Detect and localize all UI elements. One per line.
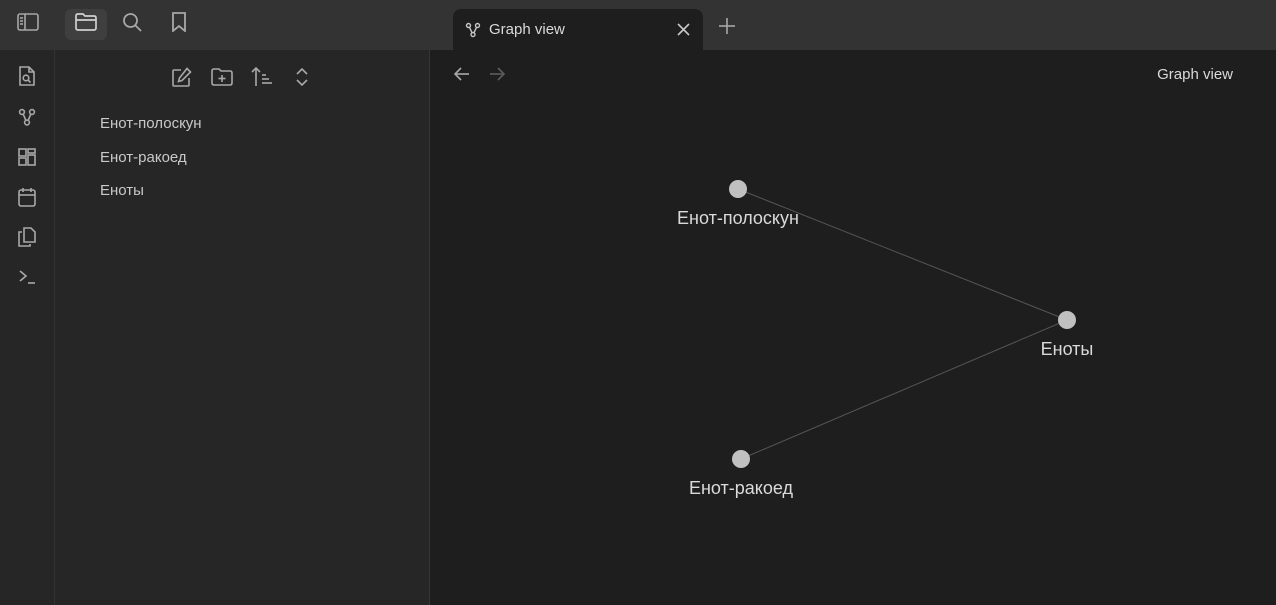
graph-node[interactable]: Енот-полоскун (677, 180, 799, 228)
copy-icon[interactable] (16, 226, 38, 248)
file-explorer-toolbar (55, 64, 429, 90)
close-tab-button[interactable] (675, 22, 691, 38)
collapse-all-button[interactable] (289, 64, 315, 90)
graph-node[interactable]: Енот-ракоед (689, 450, 794, 498)
new-tab-button[interactable] (715, 14, 739, 38)
file-search-icon[interactable] (16, 65, 38, 87)
calendar-icon[interactable] (16, 186, 38, 208)
graph-icon (465, 22, 481, 38)
close-icon (676, 23, 690, 36)
bookmarks-button[interactable] (158, 9, 200, 40)
files-tab-button[interactable] (65, 9, 107, 40)
file-item[interactable]: Енот-полоскун (100, 112, 202, 136)
file-explorer: Енот-полоскун Енот-ракоед Еноты (55, 50, 430, 605)
tab-graph-view[interactable]: Graph view (453, 9, 703, 50)
graph-node-label: Еноты (1041, 339, 1094, 359)
collapse-icon (296, 67, 308, 87)
sort-button[interactable] (249, 64, 275, 90)
graph-view-icon[interactable] (16, 106, 38, 128)
ribbon (0, 50, 55, 605)
sidebar-icon (17, 13, 39, 36)
graph-view-pane: Graph view Енот-полоскун Еноты Енот-рако… (430, 50, 1276, 605)
new-note-button[interactable] (169, 64, 195, 90)
sort-icon (251, 67, 272, 86)
title-bar: Graph view (0, 0, 1276, 50)
folder-icon (75, 13, 97, 36)
graph-node[interactable]: Еноты (1041, 311, 1094, 359)
new-folder-button[interactable] (209, 64, 235, 90)
sidebar-toggle-button[interactable] (7, 9, 49, 40)
new-note-icon (172, 67, 192, 87)
search-button[interactable] (111, 9, 153, 40)
new-folder-icon (211, 68, 233, 86)
search-icon (122, 12, 142, 37)
plus-icon (719, 18, 735, 34)
graph-canvas[interactable]: Енот-полоскун Еноты Енот-ракоед (430, 50, 1276, 605)
graph-edge (740, 319, 1068, 460)
bookmark-icon (171, 12, 187, 37)
terminal-icon[interactable] (16, 266, 38, 288)
file-item[interactable]: Енот-ракоед (100, 146, 187, 170)
file-item[interactable]: Еноты (100, 179, 144, 203)
canvas-icon[interactable] (16, 146, 38, 168)
graph-node-label: Енот-полоскун (677, 208, 799, 228)
tab-title: Graph view (489, 21, 565, 38)
graph-node-label: Енот-ракоед (689, 478, 794, 498)
